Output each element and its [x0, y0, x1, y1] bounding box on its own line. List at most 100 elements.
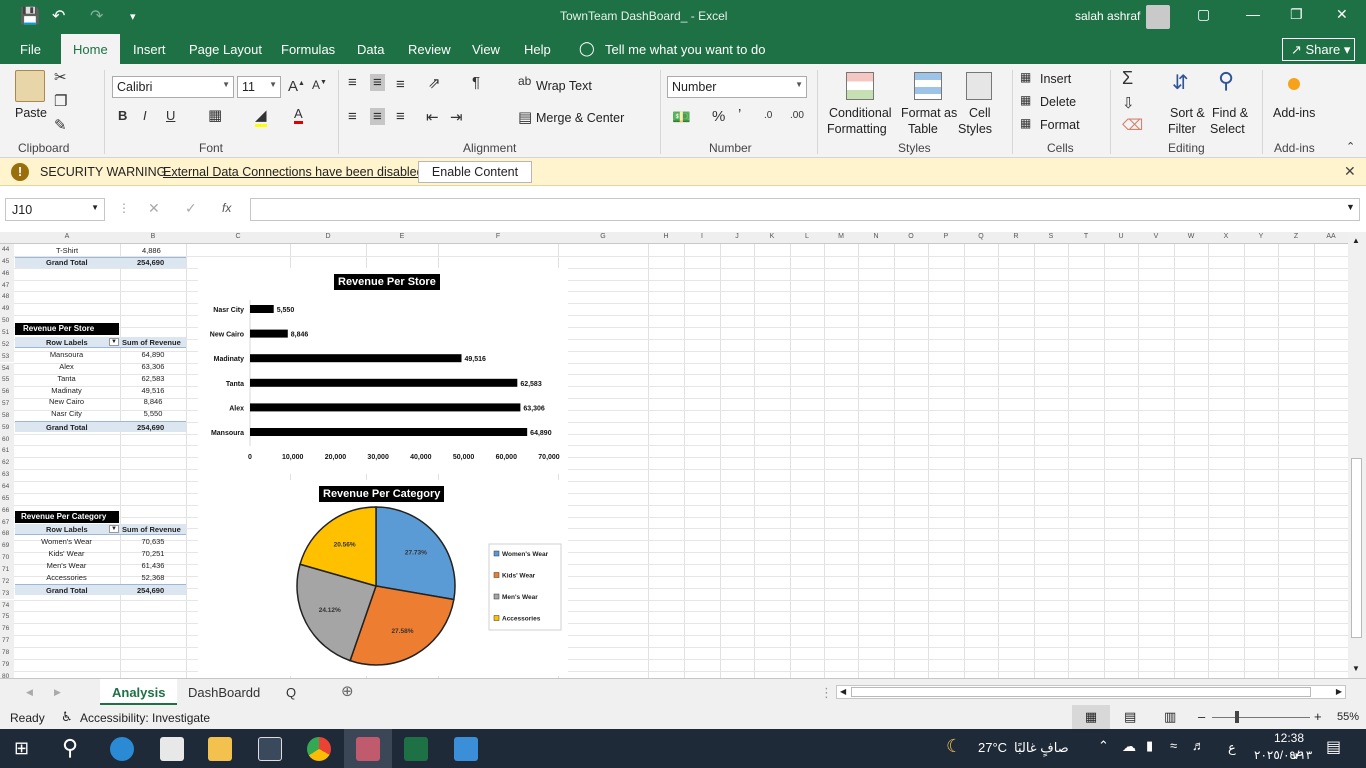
- column-header[interactable]: D: [290, 233, 366, 240]
- scroll-down-icon[interactable]: ▼: [1352, 664, 1360, 673]
- row-header[interactable]: 64: [0, 481, 14, 493]
- pivot-store-row-label[interactable]: Nasr City: [0, 409, 133, 418]
- cell-styles-icon[interactable]: [966, 72, 992, 100]
- column-header[interactable]: G: [558, 233, 648, 240]
- sort-filter-icon[interactable]: ⇵: [1172, 70, 1189, 95]
- chrome-icon[interactable]: [307, 737, 331, 761]
- pivot-category-row-label[interactable]: Accessories: [0, 573, 133, 582]
- collapse-ribbon-icon[interactable]: ⌃: [1346, 140, 1355, 153]
- column-header[interactable]: W: [1174, 233, 1208, 240]
- row-header[interactable]: 74: [0, 599, 14, 612]
- align-top-icon[interactable]: ≡: [348, 74, 357, 91]
- column-header[interactable]: R: [998, 233, 1034, 240]
- fill-color-icon[interactable]: ◢: [255, 106, 267, 127]
- row-header[interactable]: 51: [0, 326, 14, 339]
- pivot-store-row-value[interactable]: 62,583: [120, 374, 186, 383]
- percent-icon[interactable]: %: [712, 108, 725, 125]
- accessibility-status[interactable]: Accessibility: Investigate: [80, 711, 210, 725]
- undo-icon[interactable]: ↶: [52, 6, 65, 26]
- page-break-view-icon[interactable]: ▥: [1164, 709, 1176, 725]
- cut-icon[interactable]: ✂: [54, 68, 67, 86]
- cell-styles-button[interactable]: Cell: [969, 106, 991, 120]
- column-header[interactable]: V: [1138, 233, 1174, 240]
- page-layout-view-icon[interactable]: ▤: [1124, 709, 1136, 725]
- format-painter-icon[interactable]: ✎: [54, 116, 67, 134]
- font-color-icon[interactable]: A: [294, 106, 303, 124]
- weather-temp[interactable]: 27°C: [978, 740, 1007, 755]
- cell-b44[interactable]: 4,886: [142, 246, 161, 255]
- format-cells-icon[interactable]: ▦: [1020, 116, 1031, 130]
- format-as-table-icon[interactable]: [914, 72, 942, 100]
- pivot-store-row-label[interactable]: Madinaty: [0, 386, 133, 395]
- row-header[interactable]: 77: [0, 635, 14, 647]
- merge-center-button[interactable]: Merge & Center: [536, 111, 624, 125]
- security-warning-link[interactable]: External Data Connections have been disa…: [163, 165, 424, 179]
- cell-b45[interactable]: 254,690: [137, 258, 164, 267]
- cell-a45[interactable]: Grand Total: [46, 258, 88, 267]
- autosum-icon[interactable]: Σ: [1122, 68, 1133, 89]
- prev-sheet-icon[interactable]: ◀: [26, 687, 33, 698]
- cell-a44[interactable]: T-Shirt: [56, 246, 78, 255]
- column-header[interactable]: T: [1068, 233, 1104, 240]
- scroll-thumb[interactable]: [851, 687, 1311, 697]
- zoom-slider[interactable]: [1212, 717, 1310, 718]
- align-center-icon[interactable]: ≡: [370, 108, 385, 125]
- app-icon[interactable]: [258, 737, 282, 761]
- pivot-store-row-label[interactable]: New Cairo: [0, 397, 133, 406]
- paste-button[interactable]: Paste: [15, 106, 47, 120]
- sheet-tab-dashboardd[interactable]: DashBoardd: [188, 685, 260, 700]
- zoom-in-icon[interactable]: +: [1314, 709, 1322, 724]
- row-header[interactable]: 48: [0, 291, 14, 304]
- copy-icon[interactable]: ❐: [54, 92, 67, 110]
- insert-cells-button[interactable]: Insert: [1040, 72, 1071, 86]
- revenue-per-store-chart[interactable]: Revenue Per Store Nasr City 5,550 New Cair…: [198, 268, 568, 474]
- column-header[interactable]: H: [648, 233, 684, 240]
- pivot-category-row-value[interactable]: 70,635: [120, 537, 186, 546]
- decrease-indent-icon[interactable]: ⇤: [426, 108, 439, 126]
- row-header[interactable]: 73: [0, 587, 14, 600]
- pivot-store-row-value[interactable]: 5,550: [120, 409, 186, 418]
- pivot-category-row-value[interactable]: 61,436: [120, 561, 186, 570]
- restore-icon[interactable]: ❐: [1290, 6, 1303, 23]
- pivot-category-row-label[interactable]: Kids' Wear: [0, 549, 133, 558]
- fx-icon[interactable]: fx: [222, 201, 231, 215]
- zoom-level[interactable]: 55%: [1337, 711, 1359, 723]
- tab-help[interactable]: Help: [524, 42, 551, 57]
- input-language[interactable]: ع: [1228, 740, 1236, 756]
- column-header[interactable]: X: [1208, 233, 1244, 240]
- tab-view[interactable]: View: [472, 42, 500, 57]
- zoom-slider-thumb[interactable]: [1235, 711, 1239, 723]
- pivot-store-row-value[interactable]: 63,306: [120, 362, 186, 371]
- clock-date[interactable]: ٢٠٢٥/٠٩/١٣: [1254, 748, 1312, 762]
- tab-formulas[interactable]: Formulas: [281, 42, 335, 57]
- pivot-category-row-value[interactable]: 70,251: [120, 549, 186, 558]
- ribbon-display-icon[interactable]: ▢: [1197, 6, 1210, 23]
- lightbulb-icon[interactable]: ◯: [579, 40, 595, 57]
- column-header[interactable]: S: [1034, 233, 1068, 240]
- row-header[interactable]: 78: [0, 646, 14, 659]
- edge-icon[interactable]: [110, 737, 134, 761]
- tray-chevron-icon[interactable]: ⌃: [1098, 738, 1109, 754]
- user-name[interactable]: salah ashraf: [1075, 9, 1140, 23]
- column-header[interactable]: N: [858, 233, 894, 240]
- search-icon[interactable]: ⚲: [62, 735, 78, 761]
- orientation-icon[interactable]: ⇗: [428, 74, 441, 92]
- tab-insert[interactable]: Insert: [133, 42, 166, 57]
- worksheet-grid[interactable]: A B C D E F G H I J K L M N O P Q R S T U V W X Y Z AA 44 45 46 47 48 4…: [0, 232, 1348, 678]
- enable-content-button[interactable]: Enable Content: [418, 161, 532, 183]
- increase-indent-icon[interactable]: ⇥: [450, 108, 463, 126]
- borders-icon[interactable]: ▦: [208, 106, 222, 124]
- weather-icon[interactable]: ☾: [946, 736, 962, 757]
- column-header[interactable]: AA: [1314, 233, 1348, 240]
- column-header[interactable]: F: [438, 233, 558, 240]
- sheet-tab-q[interactable]: Q: [286, 685, 296, 700]
- decrease-font-icon[interactable]: A▼: [312, 78, 327, 92]
- underline-icon[interactable]: U: [166, 108, 175, 123]
- redo-icon[interactable]: ↷: [90, 6, 103, 26]
- tab-home[interactable]: Home: [61, 34, 120, 64]
- pivot-store-row-value[interactable]: 8,846: [120, 397, 186, 406]
- row-header[interactable]: 52: [0, 338, 14, 351]
- column-header[interactable]: L: [790, 233, 824, 240]
- normal-view-icon[interactable]: ▦: [1072, 705, 1110, 729]
- align-middle-icon[interactable]: ≡: [370, 74, 385, 91]
